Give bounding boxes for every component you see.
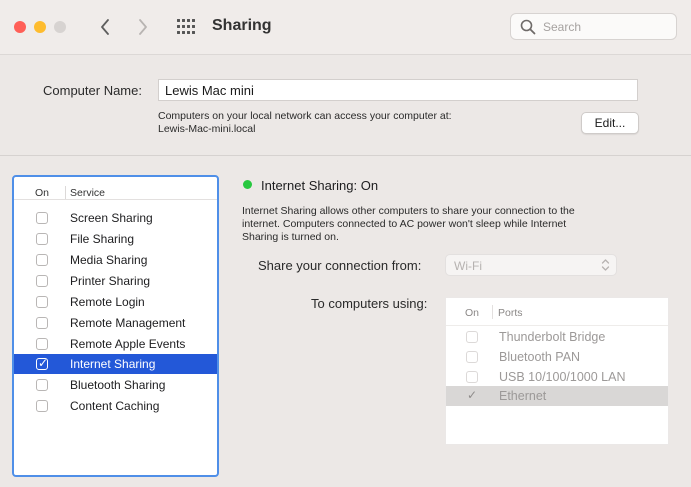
service-label: Printer Sharing — [70, 274, 151, 288]
service-checkbox[interactable] — [36, 317, 48, 329]
column-header-on[interactable]: On — [465, 307, 479, 319]
close-window-button[interactable] — [14, 21, 26, 33]
service-checkbox[interactable] — [36, 212, 48, 224]
service-checkbox[interactable] — [36, 400, 48, 412]
search-placeholder: Search — [543, 20, 582, 34]
service-row-remote-apple-events[interactable]: Remote Apple Events — [14, 334, 217, 354]
service-row-remote-login[interactable]: Remote Login — [14, 292, 217, 312]
port-row-usb-lan[interactable]: USB 10/100/1000 LAN — [446, 367, 668, 387]
port-checkbox[interactable] — [466, 331, 478, 343]
service-row-printer-sharing[interactable]: Printer Sharing — [14, 271, 217, 291]
service-list[interactable]: On Service Screen Sharing File Sharing M… — [12, 175, 219, 477]
minimize-window-button[interactable] — [34, 21, 46, 33]
port-checkbox[interactable] — [466, 351, 478, 363]
service-label: Internet Sharing — [70, 357, 156, 371]
back-button[interactable] — [94, 14, 116, 40]
service-label: Media Sharing — [70, 253, 148, 267]
chevron-left-icon — [101, 19, 109, 35]
share-from-select[interactable]: Wi-Fi — [445, 254, 617, 276]
computer-name-label: Computer Name: — [43, 83, 142, 98]
service-label: Remote Apple Events — [70, 337, 186, 351]
service-checkbox[interactable] — [36, 275, 48, 287]
ports-list[interactable]: On Ports Thunderbolt Bridge Bluetooth PA… — [445, 297, 669, 445]
service-checkbox[interactable] — [36, 379, 48, 391]
port-checkbox[interactable]: ✓ — [466, 388, 478, 402]
service-row-media-sharing[interactable]: Media Sharing — [14, 250, 217, 270]
local-hostname: Lewis-Mac-mini.local — [158, 123, 256, 135]
share-from-value: Wi-Fi — [454, 259, 482, 273]
service-label: Bluetooth Sharing — [70, 378, 166, 392]
service-label: Screen Sharing — [70, 211, 153, 225]
computer-name-description: Computers on your local network can acce… — [158, 110, 452, 136]
port-label: Bluetooth PAN — [499, 350, 581, 364]
service-checkbox[interactable] — [36, 338, 48, 350]
chevron-up-down-icon — [601, 259, 610, 271]
chevron-right-icon — [139, 19, 147, 35]
port-checkbox[interactable] — [466, 371, 478, 383]
port-label: Ethernet — [499, 389, 547, 403]
window-title: Sharing — [212, 17, 272, 34]
divider — [0, 155, 691, 156]
port-row-bluetooth-pan[interactable]: Bluetooth PAN — [446, 347, 668, 367]
ports-list-header: On Ports — [446, 298, 668, 326]
service-checkbox[interactable]: ✓ — [36, 356, 49, 370]
column-separator — [492, 305, 493, 319]
port-label: USB 10/100/1000 LAN — [499, 370, 626, 384]
service-checkbox[interactable] — [36, 296, 48, 308]
service-checkbox[interactable] — [36, 254, 48, 266]
service-row-remote-management[interactable]: Remote Management — [14, 313, 217, 333]
service-row-file-sharing[interactable]: File Sharing — [14, 229, 217, 249]
toolbar: Sharing Search — [0, 0, 691, 55]
checkmark-icon: ✓ — [467, 388, 478, 402]
service-row-bluetooth-sharing[interactable]: Bluetooth Sharing — [14, 375, 217, 395]
column-header-service[interactable]: Service — [70, 187, 105, 199]
to-computers-label: To computers using: — [311, 296, 428, 311]
status-text: Internet Sharing: On — [261, 178, 379, 193]
share-from-label: Share your connection from: — [258, 258, 422, 273]
checkmark-icon: ✓ — [38, 356, 49, 370]
service-label: Content Caching — [70, 399, 160, 413]
forward-button[interactable] — [132, 14, 154, 40]
column-separator — [65, 186, 66, 199]
zoom-window-button[interactable] — [54, 21, 66, 33]
description-line: Sharing is turned on. — [242, 231, 339, 243]
description-line: Internet Sharing allows other computers … — [242, 205, 575, 217]
column-header-ports[interactable]: Ports — [498, 307, 523, 319]
service-label: Remote Management — [70, 316, 186, 330]
edit-button[interactable]: Edit... — [581, 112, 639, 134]
service-row-screen-sharing[interactable]: Screen Sharing — [14, 208, 217, 228]
port-row-ethernet[interactable]: ✓ Ethernet — [446, 386, 668, 406]
port-label: Thunderbolt Bridge — [499, 330, 606, 344]
computer-name-description-line: Computers on your local network can acce… — [158, 110, 452, 122]
service-row-internet-sharing[interactable]: ✓ Internet Sharing — [14, 354, 217, 374]
service-label: File Sharing — [70, 232, 135, 246]
search-field[interactable]: Search — [510, 13, 677, 40]
service-list-header: On Service — [14, 177, 217, 200]
service-description: Internet Sharing allows other computers … — [242, 205, 652, 244]
service-label: Remote Login — [70, 295, 145, 309]
service-checkbox[interactable] — [36, 233, 48, 245]
column-header-on[interactable]: On — [35, 187, 49, 199]
port-row-thunderbolt-bridge[interactable]: Thunderbolt Bridge — [446, 327, 668, 347]
search-icon — [520, 19, 536, 35]
description-line: internet. Computers connected to AC powe… — [242, 218, 567, 230]
status-indicator-icon — [243, 180, 252, 189]
show-all-grid-icon[interactable] — [177, 19, 195, 35]
computer-name-field[interactable]: Lewis Mac mini — [158, 79, 638, 101]
service-row-content-caching[interactable]: Content Caching — [14, 396, 217, 416]
